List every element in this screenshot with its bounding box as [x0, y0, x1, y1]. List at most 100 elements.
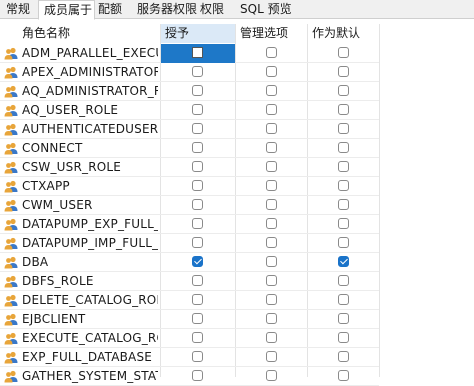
as-default-checkbox[interactable] [338, 104, 349, 115]
grant-cell[interactable] [161, 234, 235, 253]
as-default-checkbox[interactable] [338, 180, 349, 191]
grant-checkbox[interactable] [192, 256, 203, 267]
admin-option-checkbox[interactable] [266, 66, 277, 77]
as-default-cell[interactable] [308, 196, 379, 215]
as-default-cell[interactable] [308, 310, 379, 329]
table-row[interactable]: AQ_USER_ROLE [0, 101, 379, 120]
table-row[interactable]: ADM_PARALLEL_EXECUTE [0, 44, 379, 63]
admin-option-checkbox[interactable] [266, 275, 277, 286]
tab-server-privileges[interactable]: 服务器权限 [137, 0, 197, 19]
table-row[interactable]: CTXAPP [0, 177, 379, 196]
admin-option-cell[interactable] [236, 158, 307, 177]
table-row[interactable]: DBA [0, 253, 379, 272]
tab-sql-preview[interactable]: SQL 预览 [240, 0, 300, 19]
as-default-cell[interactable] [308, 215, 379, 234]
as-default-checkbox[interactable] [338, 313, 349, 324]
grant-checkbox[interactable] [192, 142, 203, 153]
admin-option-checkbox[interactable] [266, 142, 277, 153]
grant-cell[interactable] [161, 101, 235, 120]
admin-option-checkbox[interactable] [266, 370, 277, 381]
admin-option-cell[interactable] [236, 63, 307, 82]
admin-option-checkbox[interactable] [266, 85, 277, 96]
table-row[interactable]: AUTHENTICATEDUSER [0, 120, 379, 139]
grant-checkbox[interactable] [192, 294, 203, 305]
grant-checkbox[interactable] [192, 161, 203, 172]
grant-checkbox[interactable] [192, 237, 203, 248]
admin-option-checkbox[interactable] [266, 161, 277, 172]
grant-checkbox[interactable] [192, 104, 203, 115]
grant-cell[interactable] [161, 310, 235, 329]
as-default-cell[interactable] [308, 120, 379, 139]
table-row[interactable]: EXP_FULL_DATABASE [0, 348, 379, 367]
as-default-checkbox[interactable] [338, 47, 349, 58]
admin-option-cell[interactable] [236, 139, 307, 158]
column-header-as-default[interactable]: 作为默认 [308, 24, 379, 43]
grant-checkbox[interactable] [192, 313, 203, 324]
admin-option-cell[interactable] [236, 310, 307, 329]
admin-option-checkbox[interactable] [266, 351, 277, 362]
grant-cell[interactable] [161, 139, 235, 158]
as-default-cell[interactable] [308, 139, 379, 158]
as-default-checkbox[interactable] [338, 85, 349, 96]
admin-option-checkbox[interactable] [266, 256, 277, 267]
admin-option-cell[interactable] [236, 82, 307, 101]
admin-option-checkbox[interactable] [266, 123, 277, 134]
as-default-checkbox[interactable] [338, 199, 349, 210]
as-default-cell[interactable] [308, 82, 379, 101]
table-row[interactable]: DBFS_ROLE [0, 272, 379, 291]
admin-option-checkbox[interactable] [266, 180, 277, 191]
grant-checkbox[interactable] [192, 218, 203, 229]
admin-option-checkbox[interactable] [266, 218, 277, 229]
grant-checkbox[interactable] [192, 123, 203, 134]
grant-cell[interactable] [161, 196, 235, 215]
as-default-cell[interactable] [308, 158, 379, 177]
grant-cell[interactable] [161, 82, 235, 101]
as-default-cell[interactable] [308, 253, 379, 272]
admin-option-cell[interactable] [236, 101, 307, 120]
as-default-cell[interactable] [308, 234, 379, 253]
column-header-role-name[interactable]: 角色名称 [18, 24, 160, 43]
grant-cell[interactable] [161, 44, 235, 63]
tab-privileges[interactable]: 权限 [200, 0, 232, 19]
grant-cell[interactable] [161, 253, 235, 272]
column-header-admin-option[interactable]: 管理选项 [236, 24, 307, 43]
grant-cell[interactable] [161, 329, 235, 348]
grant-cell[interactable] [161, 177, 235, 196]
admin-option-cell[interactable] [236, 253, 307, 272]
admin-option-cell[interactable] [236, 348, 307, 367]
grant-cell[interactable] [161, 63, 235, 82]
admin-option-cell[interactable] [236, 291, 307, 310]
column-header-grant[interactable]: 授予 [161, 24, 235, 43]
admin-option-cell[interactable] [236, 196, 307, 215]
table-row[interactable]: AQ_ADMINISTRATOR_ROLE [0, 82, 379, 101]
as-default-checkbox[interactable] [338, 123, 349, 134]
as-default-checkbox[interactable] [338, 218, 349, 229]
table-row[interactable]: EJBCLIENT [0, 310, 379, 329]
as-default-cell[interactable] [308, 291, 379, 310]
grant-checkbox[interactable] [192, 199, 203, 210]
tab-quota[interactable]: 配额 [98, 0, 132, 19]
table-row[interactable]: DELETE_CATALOG_ROLE [0, 291, 379, 310]
as-default-cell[interactable] [308, 44, 379, 63]
admin-option-checkbox[interactable] [266, 199, 277, 210]
as-default-checkbox[interactable] [338, 351, 349, 362]
as-default-cell[interactable] [308, 101, 379, 120]
admin-option-checkbox[interactable] [266, 332, 277, 343]
admin-option-checkbox[interactable] [266, 294, 277, 305]
grant-checkbox[interactable] [192, 370, 203, 381]
admin-option-cell[interactable] [236, 177, 307, 196]
grant-cell[interactable] [161, 348, 235, 367]
as-default-checkbox[interactable] [338, 332, 349, 343]
admin-option-checkbox[interactable] [266, 237, 277, 248]
admin-option-cell[interactable] [236, 215, 307, 234]
grant-cell[interactable] [161, 158, 235, 177]
grant-cell[interactable] [161, 291, 235, 310]
admin-option-checkbox[interactable] [266, 47, 277, 58]
grant-checkbox[interactable] [192, 85, 203, 96]
as-default-checkbox[interactable] [338, 237, 349, 248]
as-default-cell[interactable] [308, 348, 379, 367]
grant-checkbox[interactable] [192, 66, 203, 77]
as-default-checkbox[interactable] [338, 142, 349, 153]
admin-option-cell[interactable] [236, 120, 307, 139]
table-row[interactable]: CSW_USR_ROLE [0, 158, 379, 177]
